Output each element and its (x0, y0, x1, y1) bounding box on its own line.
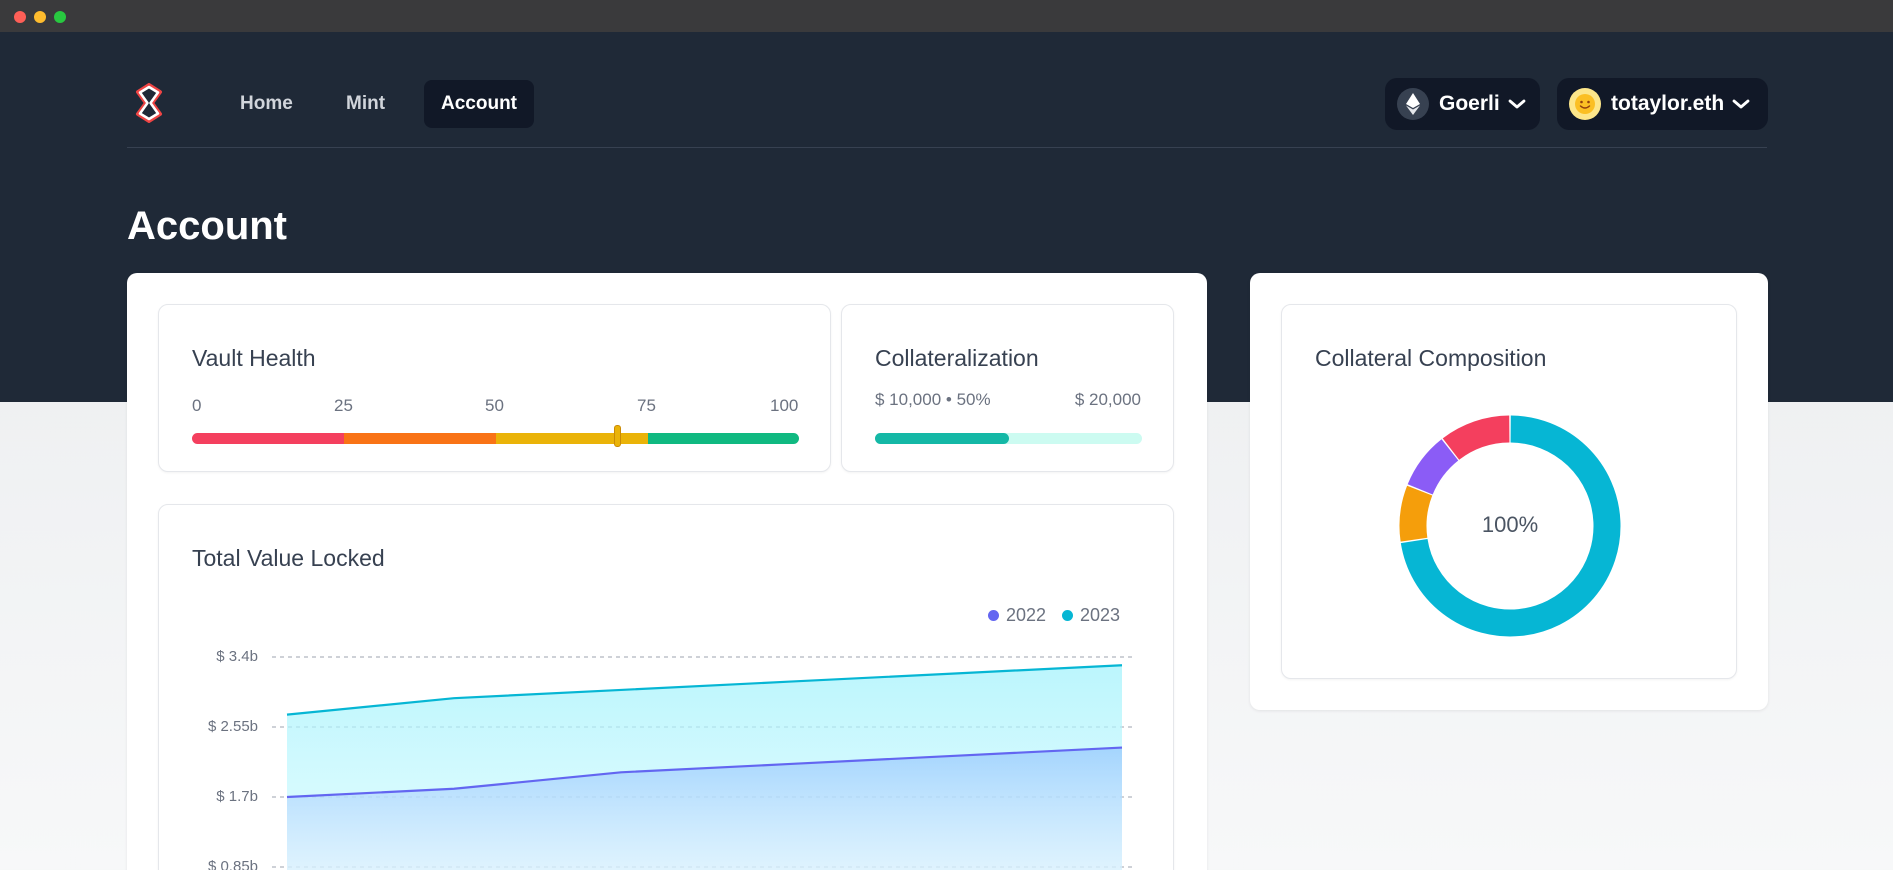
donut-slice[interactable] (1442, 415, 1510, 461)
donut-slice[interactable] (1407, 439, 1459, 495)
composition-title: Collateral Composition (1315, 345, 1547, 371)
donut-slice[interactable] (1399, 485, 1433, 542)
donut-center-label: 100% (1481, 512, 1539, 537)
